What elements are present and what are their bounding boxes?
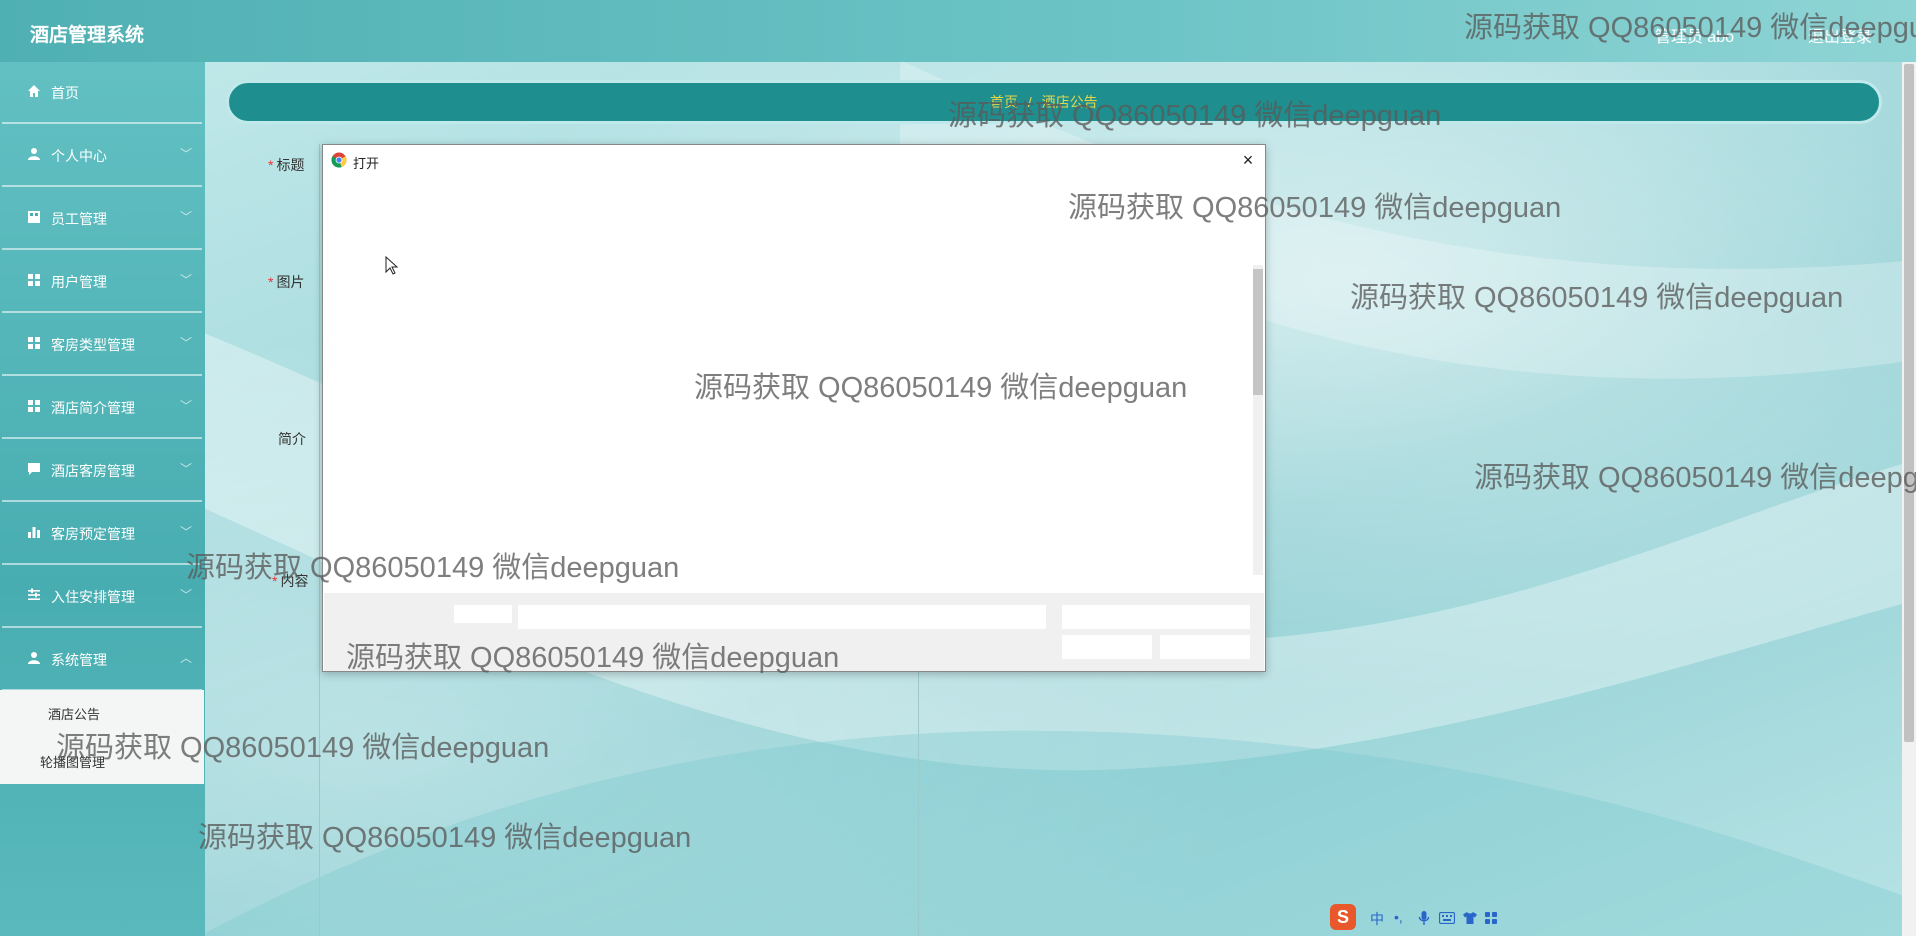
- cancel-button[interactable]: [1160, 635, 1250, 659]
- filename-label-placeholder: [454, 605, 512, 623]
- chevron-down-icon: ﹀: [180, 588, 193, 602]
- mouse-cursor-icon: [385, 256, 399, 275]
- dialog-title: 打开: [353, 156, 380, 171]
- ime-punctuation-toggle[interactable]: •,: [1394, 909, 1403, 925]
- chevron-down-icon: ﹀: [180, 525, 193, 539]
- watermark: 源码获取 QQ86050149 微信deepguan: [346, 642, 840, 674]
- sidebar-item-label: 客房类型管理: [51, 337, 135, 353]
- watermark: 源码获取 QQ86050149 微信deepguan: [948, 100, 1442, 132]
- ime-language-toggle[interactable]: 中: [1370, 909, 1384, 929]
- watermark: 源码获取 QQ86050149 微信deepguan: [198, 822, 692, 854]
- sidebar-item-label: 员工管理: [51, 211, 107, 227]
- watermark: 源码获取 QQ86050149 微信deepguan: [1068, 192, 1562, 224]
- watermark: 源码获取 QQ86050149 微信deepguan: [1350, 282, 1844, 314]
- watermark: 源码获取 QQ86050149 微信deepguan: [694, 372, 1188, 404]
- chrome-icon: [331, 152, 347, 168]
- chevron-down-icon: ﹀: [180, 210, 193, 224]
- home-icon: [28, 85, 40, 97]
- chevron-down-icon: ﹀: [180, 399, 193, 413]
- sliders-icon: [28, 588, 40, 600]
- chevron-down-icon: ﹀: [180, 462, 193, 476]
- grid-icon: [28, 400, 40, 412]
- chat-icon: [28, 463, 40, 475]
- toolbox-grid-icon[interactable]: [1484, 911, 1498, 925]
- title-label: * 标题: [268, 157, 305, 173]
- ime-toolbar: S 中 •,: [1328, 904, 1506, 932]
- chevron-up-icon: ︿: [180, 651, 193, 665]
- filename-input[interactable]: [518, 605, 1046, 629]
- building-icon: [28, 211, 40, 223]
- skin-shirt-icon[interactable]: [1462, 911, 1478, 925]
- chevron-down-icon: ﹀: [180, 273, 193, 287]
- sidebar: 首页 个人中心 ﹀ 员工管理 ﹀ 用户管理 ﹀ 客房类型管理 ﹀ 酒店简介管理 …: [0, 62, 205, 936]
- page-scrollbar-thumb[interactable]: [1904, 64, 1914, 742]
- submenu-item-announcements[interactable]: 酒店公告: [48, 704, 100, 723]
- keyboard-icon[interactable]: [1439, 912, 1455, 924]
- sogou-logo-icon[interactable]: S: [1330, 904, 1356, 930]
- sidebar-item-label: 系统管理: [51, 652, 107, 668]
- sidebar-item-staff[interactable]: 员工管理 ﹀: [2, 188, 202, 250]
- sidebar-item-profile[interactable]: 个人中心 ﹀: [2, 125, 202, 187]
- sidebar-item-label: 酒店客房管理: [51, 463, 135, 479]
- grid-icon: [28, 337, 40, 349]
- sidebar-item-label: 酒店简介管理: [51, 400, 135, 416]
- sidebar-item-hotel-rooms[interactable]: 酒店客房管理 ﹀: [2, 440, 202, 502]
- sidebar-item-label: 用户管理: [51, 274, 107, 290]
- bar-chart-icon: [28, 527, 40, 538]
- person-icon: [28, 652, 40, 664]
- sidebar-item-room-types[interactable]: 客房类型管理 ﹀: [2, 314, 202, 376]
- watermark: 源码获取 QQ86050149 微信deepguan: [1474, 462, 1916, 494]
- sidebar-item-booking[interactable]: 客房预定管理 ﹀: [2, 503, 202, 565]
- grid-icon: [28, 274, 40, 286]
- dialog-scrollbar-thumb[interactable]: [1253, 269, 1263, 395]
- sidebar-item-label: 首页: [51, 85, 79, 101]
- sidebar-item-label: 个人中心: [51, 148, 107, 164]
- open-button[interactable]: [1062, 635, 1152, 659]
- sidebar-item-label: 客房预定管理: [51, 526, 135, 542]
- app-title: 酒店管理系统: [30, 25, 145, 46]
- file-type-select[interactable]: [1062, 605, 1250, 629]
- chevron-down-icon: ﹀: [180, 147, 193, 161]
- watermark: 源码获取 QQ86050149 微信deepguan: [1464, 12, 1916, 44]
- sidebar-item-label: 入住安排管理: [51, 589, 135, 605]
- intro-label: 简介: [278, 431, 306, 447]
- sidebar-item-system[interactable]: 系统管理 ︿: [2, 629, 202, 691]
- chevron-down-icon: ﹀: [180, 336, 193, 350]
- watermark: 源码获取 QQ86050149 微信deepguan: [56, 732, 550, 764]
- close-icon[interactable]: ×: [1237, 149, 1259, 171]
- person-icon: [28, 148, 40, 160]
- watermark: 源码获取 QQ86050149 微信deepguan: [186, 552, 680, 584]
- sidebar-item-users[interactable]: 用户管理 ﹀: [2, 251, 202, 313]
- sidebar-item-checkin[interactable]: 入住安排管理 ﹀: [2, 566, 202, 628]
- image-label: * 图片: [268, 274, 305, 290]
- sidebar-item-home[interactable]: 首页: [2, 62, 202, 124]
- microphone-icon[interactable]: [1418, 910, 1430, 926]
- sidebar-item-hotel-intro[interactable]: 酒店简介管理 ﹀: [2, 377, 202, 439]
